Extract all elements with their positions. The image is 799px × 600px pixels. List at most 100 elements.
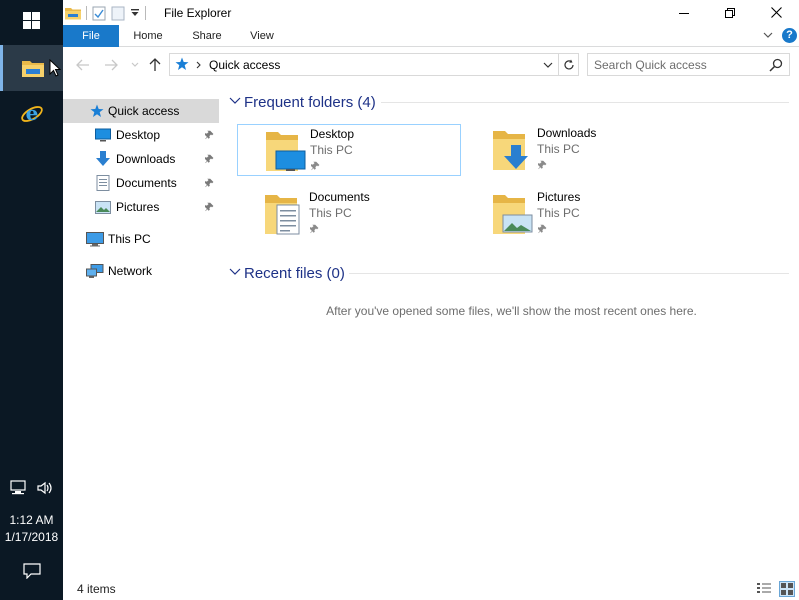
folder-location: This PC [537,142,580,156]
back-button[interactable] [74,56,92,74]
nav-item-label: This PC [108,232,151,246]
folder-icon[interactable] [65,6,81,20]
address-bar[interactable]: Quick access [169,53,579,76]
properties-icon[interactable] [92,6,106,21]
folder-tile-pictures[interactable]: Pictures This PC [465,188,689,240]
nav-item-label: Desktop [116,128,161,142]
address-row: Quick access [63,48,799,82]
taskbar-clock[interactable]: 1:12 AM 1/17/2018 [0,512,63,546]
folder-name: Downloads [537,126,597,140]
group-header-recent-files[interactable]: Recent files (0) [229,261,789,285]
network-icon[interactable] [9,480,28,496]
navigation-pane: Quick access Desktop Downloads Documents… [63,96,219,576]
expand-ribbon-chevron-icon[interactable] [761,28,775,42]
network-icon [86,262,104,280]
details-view-icon[interactable] [756,582,772,596]
help-button[interactable]: ? [782,28,797,43]
pin-icon [310,160,321,174]
close-button[interactable] [753,0,799,25]
nav-item-network[interactable]: Network [63,259,219,283]
nav-item-pictures[interactable]: Pictures [63,195,219,219]
group-title: Recent files (0) [244,265,345,282]
nav-item-desktop[interactable]: Desktop [63,123,219,147]
group-divider [381,102,789,103]
nav-item-documents[interactable]: Documents [63,171,219,195]
pin-icon [537,223,548,237]
nav-item-label: Downloads [116,152,176,166]
system-tray [0,476,63,500]
recent-locations-button[interactable] [126,56,144,74]
nav-item-this-pc[interactable]: This PC [63,227,219,251]
tab-file[interactable]: File [63,25,119,47]
folder-name: Pictures [537,190,581,204]
folder-tile-downloads[interactable]: Downloads This PC [465,124,689,176]
pin-icon[interactable] [204,201,215,215]
search-box[interactable] [587,53,790,76]
customize-toolbar-icon[interactable] [130,8,140,18]
taskbar: e 1:12 AM 1/17/2018 [0,0,63,600]
address-history-chevron-icon[interactable] [541,58,555,72]
tab-view[interactable]: View [239,25,285,47]
close-icon [770,7,782,18]
forward-button[interactable] [102,56,120,74]
collapse-chevron-icon[interactable] [229,96,241,106]
pin-icon [309,223,320,237]
nav-item-label: Pictures [116,200,160,214]
folder-tile-documents[interactable]: Documents This PC [237,188,461,240]
recent-files-empty-message: After you've opened some files, we'll sh… [326,304,697,318]
toolbar-separator [145,6,146,20]
pin-icon [537,159,548,173]
new-folder-icon[interactable] [111,6,125,21]
pin-icon[interactable] [204,177,215,191]
nav-item-downloads[interactable]: Downloads [63,147,219,171]
internet-explorer-icon: e [20,102,43,125]
mouse-cursor-icon [49,59,61,77]
up-arrow-icon [149,58,161,71]
search-input[interactable] [594,57,764,73]
back-arrow-icon [76,59,89,71]
action-center-button[interactable] [0,556,63,586]
folder-location: This PC [310,143,353,157]
taskbar-internet-explorer-button[interactable]: e [0,91,63,137]
folder-name: Documents [309,190,370,204]
content-pane: Frequent folders (4) Desktop This PC Dow… [229,88,799,578]
refresh-button[interactable] [558,54,579,75]
ribbon: File Home Share View ? [63,25,799,47]
notification-icon [22,563,41,579]
pin-icon[interactable] [204,129,215,143]
volume-icon[interactable] [36,480,54,496]
group-header-frequent-folders[interactable]: Frequent folders (4) [229,90,789,114]
quick-access-toolbar [65,4,146,22]
taskbar-file-explorer-button[interactable] [0,45,63,91]
tiles-view-button[interactable] [779,581,795,597]
file-explorer-window: File Explorer File Home Share View ? Qui… [63,0,799,600]
tab-home[interactable]: Home [121,25,175,47]
minimize-button[interactable] [661,0,707,25]
clock-date: 1/17/2018 [4,530,59,544]
folder-tile-desktop[interactable]: Desktop This PC [237,124,461,176]
breadcrumb-separator-icon[interactable] [196,61,202,69]
collapse-chevron-icon[interactable] [229,267,241,277]
window-title: File Explorer [164,6,232,20]
folder-documents-icon [265,195,300,235]
nav-item-quick-access[interactable]: Quick access [63,99,219,123]
document-icon [94,174,112,192]
restore-button[interactable] [707,0,753,25]
start-button[interactable] [0,0,63,40]
up-button[interactable] [146,56,164,74]
status-bar: 4 items [63,578,799,600]
folder-location: This PC [537,206,580,220]
folder-location: This PC [309,206,352,220]
search-icon[interactable] [769,58,783,72]
refresh-icon [564,59,574,69]
title-bar[interactable]: File Explorer [63,0,799,25]
download-arrow-icon [94,150,112,168]
clock-time: 1:12 AM [9,513,54,527]
item-count: 4 items [77,582,116,596]
nav-item-label: Documents [116,176,177,190]
svg-text:e: e [25,102,38,125]
forward-arrow-icon [105,59,118,71]
breadcrumb-quick-access[interactable]: Quick access [209,58,280,72]
tab-share[interactable]: Share [179,25,235,47]
pin-icon[interactable] [204,153,215,167]
